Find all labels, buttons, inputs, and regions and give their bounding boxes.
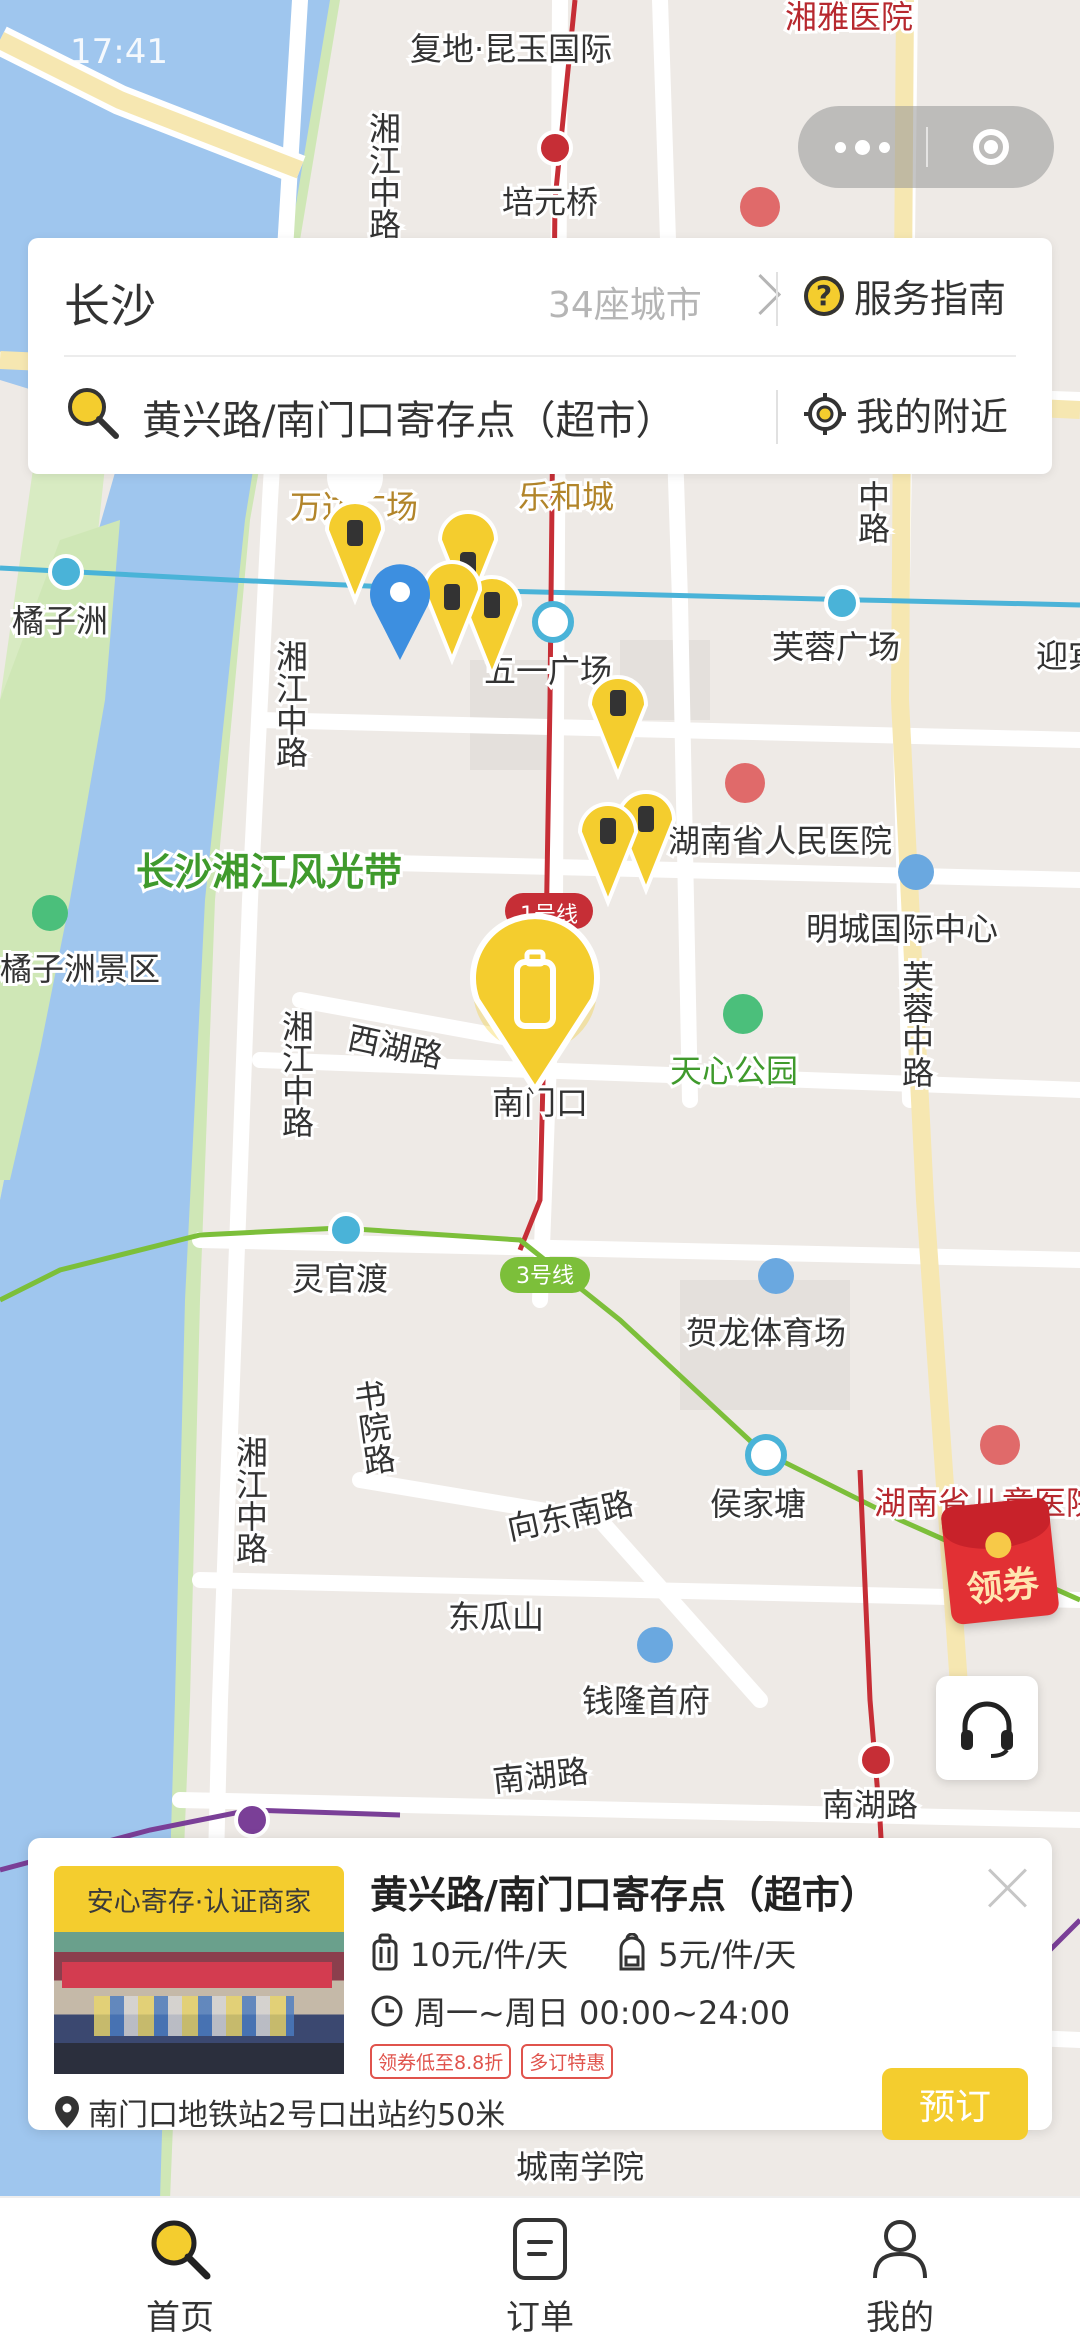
store-shelf [94, 1996, 294, 2036]
miniprogram-capsule [798, 106, 1054, 188]
nearby-label: 我的附近 [856, 395, 1009, 439]
store-photo[interactable] [54, 1932, 344, 2074]
map-label-chengnan: 城南学院 [516, 2148, 644, 2186]
city-count-link[interactable]: 34座城市 [548, 276, 702, 328]
map-label-zhonglu: 中路 [853, 480, 891, 544]
customer-service-button[interactable] [936, 1676, 1038, 1780]
map-label-lingguandu: 灵官渡 [292, 1260, 388, 1298]
map-label-tianxin: 天心公园 [670, 1052, 798, 1090]
question-icon: ? [804, 275, 844, 316]
business-hours: 周一~周日 00:00~24:00 [414, 1994, 791, 2032]
map-label-nanmenkou: 南门口 [492, 1084, 588, 1122]
city-name[interactable]: 长沙 [64, 270, 156, 336]
map-label-fudi: 复地·昆玉国际 [410, 30, 612, 68]
location-row: 南门口地铁站2号口出站约50米 [54, 2090, 505, 2134]
nav-home-label: 首页 [146, 2298, 214, 2338]
map-label-xiangjiang-1: 湘江中路 [364, 112, 402, 240]
map-label-qianlong: 钱隆首府 [582, 1682, 710, 1720]
price-row: 10元/件/天 5元/件/天 [370, 1930, 796, 1976]
book-button[interactable]: 预订 [882, 2068, 1028, 2140]
locate-icon [804, 392, 846, 435]
map-label-xiangjiang-2: 湘江中路 [271, 640, 309, 768]
map-label-wuyi: 五一广场 [484, 652, 612, 690]
close-icon[interactable] [986, 1866, 1030, 1910]
promo-tags: 领券低至8.8折 多订特惠 [370, 2044, 614, 2079]
map-label-furong-square: 芙蓉广场 [772, 628, 900, 666]
nav-home[interactable]: 首页 [0, 2198, 360, 2342]
more-menu-button[interactable] [798, 106, 926, 188]
service-guide-button[interactable]: ? 服务指南 [804, 268, 1006, 323]
service-guide-label: 服务指南 [854, 277, 1007, 321]
hours-row: 周一~周日 00:00~24:00 [370, 1988, 790, 2034]
store-title: 黄兴路/南门口寄存点（超市） [370, 1873, 878, 1917]
coupon-seal-icon [984, 1530, 1013, 1560]
location-text: 南门口地铁站2号口出站约50米 [88, 2098, 506, 2133]
target-icon [973, 129, 1009, 165]
promo-tag: 多订特惠 [521, 2044, 614, 2079]
map-label-juzizhou: 橘子洲 [12, 602, 108, 640]
map-label-xiangya: 湘雅医院 [785, 0, 913, 36]
map-label-scenic-belt: 长沙湘江风光带 [136, 850, 402, 894]
map-label-mingcheng: 明城国际中心 [806, 910, 998, 948]
map-label-xiangjiang-4: 湘江中路 [231, 1436, 269, 1564]
map-label-yingbin: 迎宾 [1036, 637, 1080, 675]
map-label-xiangjiang-3: 湘江中路 [277, 1010, 315, 1138]
magnifier-icon [151, 2220, 211, 2280]
store-sign [62, 1962, 332, 1988]
coupon-button[interactable]: 领券 [940, 1496, 1060, 1626]
city-row: 长沙 34座城市 ? 服务指南 [28, 238, 1052, 356]
backpack-icon [616, 1933, 648, 1973]
coupon-label: 领券 [964, 1563, 1041, 1612]
map-label-nanhu-station: 南湖路 [822, 1786, 918, 1824]
close-miniprogram-button[interactable] [928, 106, 1054, 188]
map-label-line3: 3号线 [516, 1264, 574, 1289]
map-label-dongguashan: 东瓜山 [448, 1598, 544, 1636]
bottom-nav: 首页 订单 我的 [0, 2196, 1080, 2342]
store-card[interactable]: 安心寄存·认证商家 黄兴路/南门口寄存点（超市） 10元/件/天 5元/件/天 … [28, 1838, 1052, 2140]
luggage-icon [370, 1933, 400, 1973]
luggage-price: 10元/件/天 [410, 1936, 569, 1974]
nav-orders[interactable]: 订单 [360, 2198, 720, 2342]
headset-icon [961, 1701, 1013, 1758]
order-icon [513, 2218, 567, 2280]
status-bar-time: 17:41 [70, 32, 168, 72]
nav-profile-label: 我的 [866, 2298, 934, 2338]
bag-price: 5元/件/天 [658, 1936, 797, 1974]
nav-profile[interactable]: 我的 [720, 2198, 1080, 2342]
nearby-button[interactable]: 我的附近 [804, 386, 1008, 441]
map-label-houjiatang: 侯家塘 [710, 1485, 806, 1523]
divider [776, 390, 778, 444]
divider [776, 272, 778, 326]
location-pin-icon [55, 2096, 79, 2128]
profile-icon [873, 2220, 927, 2279]
map-label-helong: 贺龙体育场 [686, 1314, 846, 1352]
certified-badge: 安心寄存·认证商家 [54, 1866, 344, 1932]
search-input[interactable]: 黄兴路/南门口寄存点（超市） [142, 388, 675, 446]
search-card: 长沙 34座城市 ? 服务指南 黄兴路/南门口寄存点（超市） 我的附近 [28, 238, 1052, 474]
map-label-lehecheng: 乐和城 [518, 478, 614, 516]
map-label-hospital: 湖南省人民医院 [668, 822, 892, 860]
search-icon [68, 388, 119, 439]
promo-tag: 领券低至8.8折 [370, 2044, 512, 2079]
chevron-right-icon [739, 273, 782, 316]
search-row: 黄兴路/南门口寄存点（超市） 我的附近 [28, 356, 1052, 474]
nav-orders-label: 订单 [506, 2298, 574, 2338]
map-label-juzizhou-scenic: 橘子洲景区 [0, 950, 160, 988]
map-label-furong-zhonglu: 芙蓉中路 [897, 960, 935, 1088]
clock-icon [371, 1995, 403, 2027]
map-label-peiyuanqiao: 培元桥 [502, 183, 598, 221]
